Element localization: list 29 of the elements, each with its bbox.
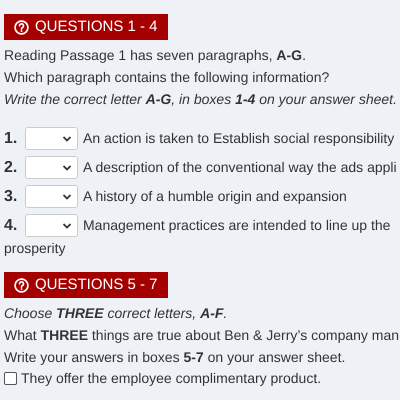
question-icon xyxy=(14,20,29,34)
question-number: 4. xyxy=(4,216,18,236)
question-number: 2. xyxy=(4,158,18,178)
section-heading: QUESTIONS 5 - 7 xyxy=(35,276,158,294)
instruction-text: Write your answers in boxes 5-7 on your answer sheet. xyxy=(4,348,346,367)
instruction-text: Which paragraph contains the following information? xyxy=(4,68,330,87)
instruction-text: What THREE things are true about Ben & Jerry’s company man xyxy=(4,326,398,345)
answer-dropdown[interactable] xyxy=(25,185,78,208)
instruction-text: Write the correct letter A-G, in boxes 1-4 on your answer sheet. xyxy=(4,90,398,109)
chevron-icon xyxy=(62,192,72,200)
answer-dropdown[interactable] xyxy=(25,156,78,179)
question-icon xyxy=(14,278,29,292)
question-text: Management practices are intended to line up the xyxy=(83,216,390,235)
question-text: prosperity xyxy=(4,240,66,256)
answer-dropdown[interactable] xyxy=(25,127,78,150)
question-text: A history of a humble origin and expansion xyxy=(83,187,347,206)
chevron-icon xyxy=(62,134,72,142)
chevron-icon xyxy=(62,222,72,230)
question-number: 1. xyxy=(4,128,18,148)
instruction-text: Choose THREE correct letters, A-F. xyxy=(4,304,228,323)
chevron-icon xyxy=(62,164,72,172)
checkbox[interactable] xyxy=(4,372,17,384)
question-number: 3. xyxy=(4,186,18,206)
instruction-text: Reading Passage 1 has seven paragraphs, A-G. xyxy=(4,46,307,65)
option-text: They offer the employee complimentary product. xyxy=(21,369,322,388)
answer-dropdown[interactable] xyxy=(25,214,78,237)
question-text: A description of the conventional way the ads appli xyxy=(83,158,397,177)
section-heading: QUESTIONS 1 - 4 xyxy=(35,18,158,36)
question-text: An action is taken to Establish social responsibility xyxy=(83,129,394,148)
